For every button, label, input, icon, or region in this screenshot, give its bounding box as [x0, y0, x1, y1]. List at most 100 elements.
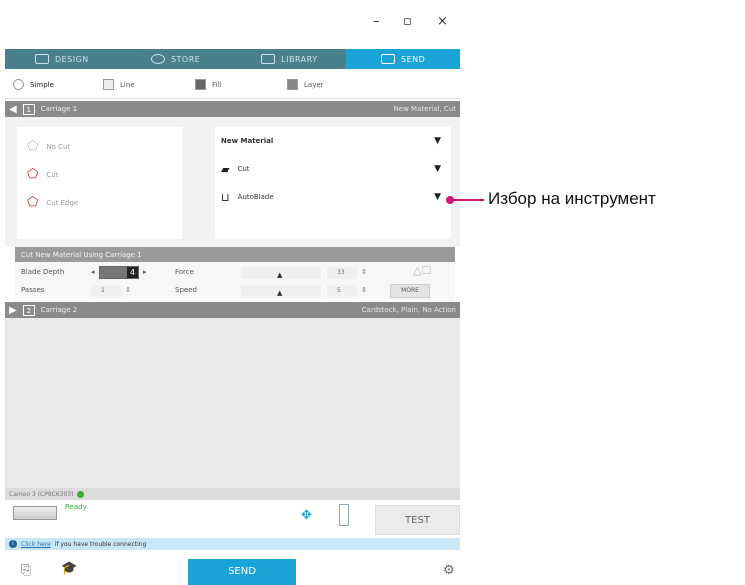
- tool-select[interactable]: ⊔ AutoBlade ▼: [221, 187, 445, 207]
- main-nav: DESIGN STORE LIBRARY SEND: [5, 49, 460, 69]
- expand-icon[interactable]: ▶: [9, 305, 17, 316]
- line-icon: [103, 79, 114, 90]
- carriage-1-panel: ⬠ No Cut ⬠ Cut ⬠ Cut Edge New Material ▼ ▰ Cu…: [5, 117, 460, 247]
- action-select[interactable]: ▰ Cut ▼: [221, 159, 445, 179]
- blade-depth-value: 4: [127, 267, 138, 278]
- send-history-icon[interactable]: ⎘: [21, 563, 31, 578]
- force-slider[interactable]: ▲: [241, 267, 321, 279]
- device-name: Cameo 3 (CP8C6303): [9, 490, 74, 498]
- mode-bar: Simple Line Fill Layer: [5, 71, 460, 99]
- settings-row: Passes 1 ⇳ Speed ▲ 5 ⇳ MORE: [15, 282, 455, 300]
- passes-spin-icon[interactable]: ⇳: [125, 286, 131, 294]
- tab-label: STORE: [170, 54, 201, 64]
- blade-depth-label: Blade Depth: [21, 268, 65, 276]
- gear-icon[interactable]: ⚙: [443, 563, 455, 578]
- material-value: New Material: [221, 137, 274, 145]
- material-box: New Material ▼ ▰ Cut ▼ ⊔ AutoBlade ▼: [215, 127, 451, 239]
- mode-layer[interactable]: Layer: [287, 79, 324, 90]
- collapse-icon[interactable]: ◀: [9, 104, 17, 115]
- option-label: Cut: [46, 170, 59, 179]
- help-link[interactable]: Click here: [21, 541, 51, 548]
- fill-icon: [195, 79, 206, 90]
- ready-label: Ready: [65, 503, 87, 511]
- store-icon: [150, 54, 165, 64]
- speed-value[interactable]: 5: [327, 285, 357, 297]
- send-icon: [380, 54, 395, 64]
- blade-depth-stepper[interactable]: 4: [99, 266, 139, 279]
- slider-thumb-icon[interactable]: ▲: [277, 271, 282, 279]
- info-icon: i: [9, 540, 17, 548]
- slider-thumb-icon[interactable]: ▲: [277, 289, 282, 297]
- dropdown-arrow-icon[interactable]: ▼: [434, 192, 441, 202]
- option-no-cut[interactable]: ⬠ No Cut: [27, 139, 70, 154]
- tab-design[interactable]: DESIGN: [5, 49, 119, 69]
- speed-spin-icon[interactable]: ⇳: [361, 286, 367, 294]
- dropdown-arrow-icon[interactable]: ▼: [434, 164, 441, 174]
- tab-store[interactable]: STORE: [119, 49, 233, 69]
- carriage-1-header[interactable]: ◀ 1 Carriage 1 New Material, Cut: [5, 101, 460, 117]
- mode-fill[interactable]: Fill: [195, 79, 221, 90]
- cut-settings: Blade Depth ◂ 4 ▸ Force ▲ 33 ⇳ △☐ Passes…: [15, 262, 455, 300]
- passes-value[interactable]: 1: [91, 285, 121, 297]
- dropdown-arrow-icon[interactable]: ▼: [434, 136, 441, 146]
- cut-settings-header: Cut New Material Using Carriage 1: [15, 247, 455, 262]
- cut-edge-icon: ⬠: [27, 195, 39, 210]
- option-cut[interactable]: ⬠ Cut: [27, 167, 58, 182]
- passes-label: Passes: [21, 286, 45, 294]
- machine-panel: Ready ✥ TEST: [5, 500, 460, 538]
- cut-style-box: ⬠ No Cut ⬠ Cut ⬠ Cut Edge: [17, 127, 182, 239]
- force-spin-icon[interactable]: ⇳: [361, 268, 367, 276]
- force-value[interactable]: 33: [327, 267, 357, 279]
- carriage-summary: Cardstock, Plain, No Action: [361, 306, 456, 314]
- media-icon[interactable]: [339, 504, 349, 526]
- blade-icon: ▰: [221, 162, 230, 176]
- help-bar: i Click here if you have trouble connect…: [5, 538, 460, 550]
- settings-row: Blade Depth ◂ 4 ▸ Force ▲ 33 ⇳ △☐: [15, 264, 455, 282]
- carriage-summary: New Material, Cut: [393, 105, 456, 113]
- send-button[interactable]: SEND: [188, 559, 296, 585]
- decrement-icon[interactable]: ◂: [91, 268, 95, 276]
- tutorial-icon[interactable]: 🎓: [61, 561, 77, 576]
- empty-panel: [5, 318, 460, 488]
- cut-icon: ⬠: [27, 167, 39, 182]
- cutter-icon: [13, 506, 57, 520]
- design-icon: [34, 54, 49, 64]
- speed-slider[interactable]: ▲: [241, 285, 321, 297]
- title-bar: – ▫ ×: [5, 0, 460, 44]
- callout-line: [450, 199, 484, 201]
- mode-label: Layer: [304, 80, 324, 89]
- move-arrows-icon[interactable]: ✥: [301, 508, 312, 523]
- tab-label: DESIGN: [54, 54, 89, 64]
- no-cut-icon: ⬠: [27, 139, 39, 154]
- test-button[interactable]: TEST: [375, 505, 460, 535]
- carriage-number: 1: [22, 103, 35, 115]
- radio-icon: [13, 79, 24, 90]
- carriage-title: Carriage 2: [40, 306, 78, 314]
- carriage-title: Carriage 1: [40, 105, 78, 113]
- shape-icon: △☐: [413, 264, 432, 277]
- minimize-icon[interactable]: –: [373, 14, 380, 29]
- autoblade-icon: ⊔: [221, 190, 230, 204]
- carriage-number: 2: [22, 304, 35, 316]
- material-select[interactable]: New Material ▼: [221, 131, 445, 151]
- tab-library[interactable]: LIBRARY: [233, 49, 347, 69]
- tab-label: SEND: [400, 54, 426, 64]
- close-icon[interactable]: ×: [437, 14, 448, 29]
- tool-value: AutoBlade: [237, 193, 274, 201]
- action-value: Cut: [237, 165, 250, 173]
- carriage-2-header[interactable]: ▶ 2 Carriage 2 Cardstock, Plain, No Acti…: [5, 302, 460, 318]
- mode-line[interactable]: Line: [103, 79, 135, 90]
- option-label: Cut Edge: [46, 198, 79, 207]
- mode-label: Simple: [30, 80, 54, 89]
- mode-simple[interactable]: Simple: [13, 79, 54, 90]
- increment-icon[interactable]: ▸: [143, 268, 147, 276]
- mode-label: Line: [120, 80, 135, 89]
- callout-label: Избор на инструмент: [488, 189, 656, 208]
- option-label: No Cut: [46, 142, 71, 151]
- bottom-bar: ⎘ 🎓 SEND ⚙: [5, 555, 460, 585]
- more-button[interactable]: MORE: [390, 284, 430, 298]
- restore-icon[interactable]: ▫: [403, 14, 412, 29]
- silhouette-window: – ▫ × DESIGN STORE LIBRARY SEND Simple L…: [5, 0, 460, 585]
- option-cut-edge[interactable]: ⬠ Cut Edge: [27, 195, 78, 210]
- tab-send[interactable]: SEND: [346, 49, 460, 69]
